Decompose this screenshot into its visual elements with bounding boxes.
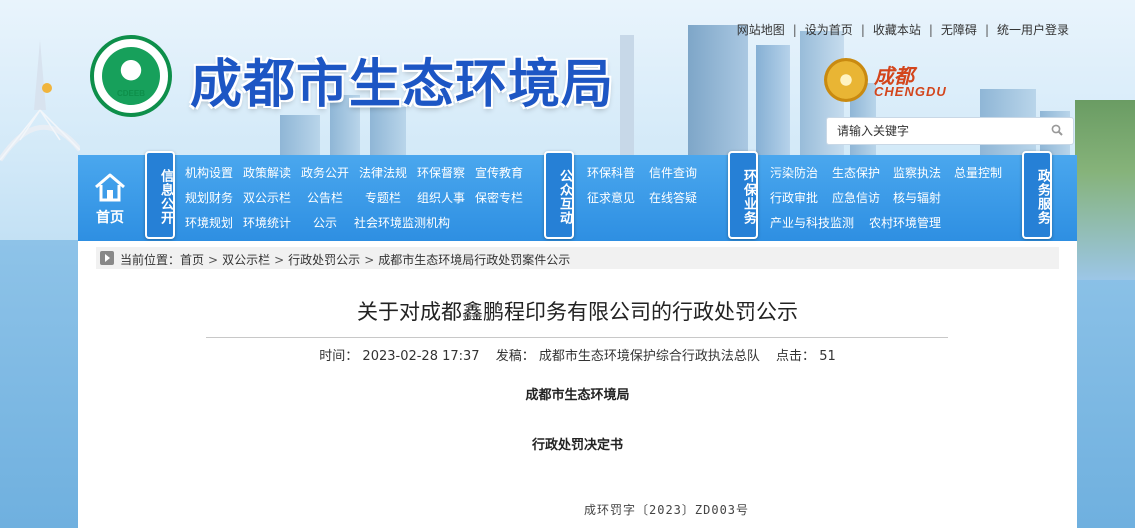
nav-item[interactable]: 环保科普: [587, 164, 635, 181]
nav-item[interactable]: 宣传教育: [475, 164, 523, 181]
city-logo-en: CHENGDU: [874, 84, 947, 99]
nav-item[interactable]: 政策解读: [243, 164, 291, 181]
nav-item[interactable]: 公告栏: [307, 189, 343, 206]
nav-section-info-disclosure[interactable]: 信息公开: [145, 151, 175, 239]
nav-section-env-business[interactable]: 环保业务: [728, 151, 758, 239]
nav-item[interactable]: 组织人事: [417, 189, 465, 206]
nav-item[interactable]: 监察执法: [893, 164, 941, 181]
source-value: 成都市生态环境保护综合行政执法总队: [538, 349, 760, 364]
bridge-illustration: [0, 40, 80, 162]
nav-item[interactable]: 社会环境监测机构: [354, 214, 450, 231]
breadcrumb: 当前位置：首页 > 双公示栏 > 行政处罚公示 > 成都市生态环境局行政处罚案件公示: [96, 247, 1059, 269]
issuing-organization: 成都市生态环境局: [525, 388, 630, 403]
riverside-trees: [1075, 100, 1135, 280]
location-arrow-icon: [100, 251, 114, 265]
breadcrumb-current[interactable]: 成都市生态环境局行政处罚案件公示: [378, 253, 570, 267]
sitemap-link[interactable]: 网站地图: [737, 23, 785, 37]
bookmark-link[interactable]: 收藏本站: [873, 23, 921, 37]
search-input[interactable]: [827, 118, 1037, 144]
nav-section-gov-services[interactable]: 政务服务: [1022, 151, 1052, 239]
site-title: 成都市生态环境局: [190, 55, 615, 115]
article-meta: 时间： 2023-02-28 17:37 发稿： 成都市生态环境保护综合行政执法…: [78, 345, 1077, 364]
nav-item[interactable]: 规划财务: [185, 189, 233, 206]
sun-bird-icon: [824, 58, 868, 102]
nav-item[interactable]: 法律法规: [359, 164, 407, 181]
nav-item[interactable]: 环境统计: [243, 214, 291, 231]
search-box: [826, 117, 1074, 145]
nav-item[interactable]: 污染防治: [770, 164, 818, 181]
time-label: 时间：: [319, 349, 359, 364]
nav-item[interactable]: 专题栏: [365, 189, 401, 206]
nav-item[interactable]: 行政审批: [770, 189, 818, 206]
nav-item[interactable]: 政务公开: [301, 164, 349, 181]
home-icon: [95, 173, 125, 202]
nav-item[interactable]: 生态保护: [832, 164, 880, 181]
top-links: 网站地图 | 设为首页 | 收藏本站 | 无障碍 | 统一用户登录: [736, 23, 1069, 37]
accessibility-link[interactable]: 无障碍: [941, 23, 977, 37]
breadcrumb-home[interactable]: 首页: [180, 253, 204, 267]
time-value: 2023-02-28 17:37: [362, 349, 480, 364]
nav-item[interactable]: 环保督察: [417, 164, 465, 181]
nav-item[interactable]: 核与辐射: [893, 189, 941, 206]
document-number: 成环罚字〔2023〕ZD003号: [584, 503, 750, 517]
nav-item[interactable]: 在线答疑: [649, 189, 697, 206]
nav-item[interactable]: 应急信访: [832, 189, 880, 206]
search-icon[interactable]: [1051, 124, 1063, 136]
cdeeb-logo: CDEEB: [90, 35, 172, 117]
breadcrumb-prefix: 当前位置：: [120, 253, 181, 267]
nav-item[interactable]: 征求意见: [587, 189, 635, 206]
nav-item[interactable]: 双公示栏: [243, 189, 291, 206]
content-panel: 当前位置：首页 > 双公示栏 > 行政处罚公示 > 成都市生态环境局行政处罚案件公示 关于对…: [78, 241, 1077, 528]
source-label: 发稿：: [495, 349, 535, 364]
nav-item[interactable]: 机构设置: [185, 164, 233, 181]
nav-item[interactable]: 产业与科技监测: [770, 214, 854, 231]
nav-item[interactable]: 农村环境管理: [869, 214, 941, 231]
document-type: 行政处罚决定书: [531, 438, 623, 453]
home-nav-button[interactable]: 首页: [78, 155, 142, 241]
main-nav: 首页 信息公开 机构设置 政策解读 政务公开 法律法规 环保督察 宣传教育 规划…: [78, 151, 1077, 241]
nav-section-public-interaction[interactable]: 公众互动: [544, 151, 574, 239]
article-title: 关于对成都鑫鹏程印务有限公司的行政处罚公示: [357, 300, 798, 324]
hits-value: 51: [819, 349, 836, 364]
logo-caption: CDEEB: [116, 89, 145, 98]
hits-label: 点击：: [776, 349, 816, 364]
nav-item[interactable]: 保密专栏: [475, 189, 523, 206]
breadcrumb-penalty-publicity[interactable]: 行政处罚公示: [288, 253, 360, 267]
chengdu-city-logo: 成都 CHENGDU: [824, 58, 964, 104]
nav-item[interactable]: 信件查询: [649, 164, 697, 181]
unified-login-link[interactable]: 统一用户登录: [997, 23, 1069, 37]
breadcrumb-double-publicity[interactable]: 双公示栏: [222, 253, 270, 267]
nav-item[interactable]: 总量控制: [954, 164, 1002, 181]
title-divider: [206, 337, 948, 338]
nav-item[interactable]: 环境规划: [185, 214, 233, 231]
nav-item[interactable]: 公示: [313, 214, 337, 231]
home-label: 首页: [96, 210, 124, 226]
set-homepage-link[interactable]: 设为首页: [805, 23, 853, 37]
